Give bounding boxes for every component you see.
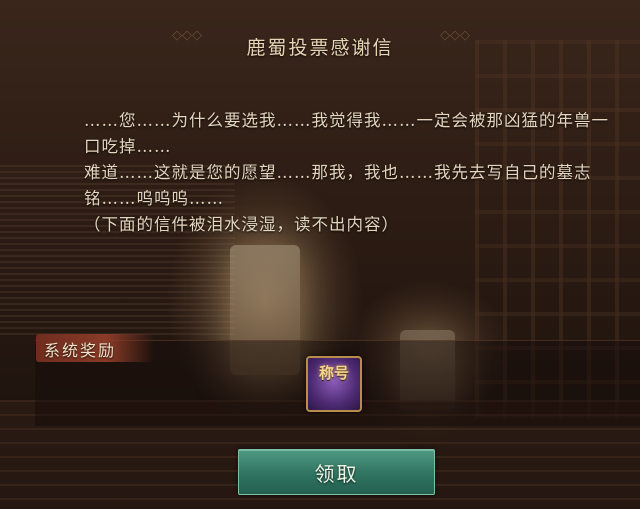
letter-paragraph: 难道……这就是您的愿望……那我，我也……我先去写自己的墓志铭……呜呜呜…… xyxy=(84,163,592,208)
reward-item-title-badge[interactable]: 称号 xyxy=(306,356,362,412)
title-badge-icon: 称号 xyxy=(318,364,349,382)
letter-body: ……您……为什么要选我……我觉得我……一定会被那凶猛的年兽一口吃掉…… 难道……… xyxy=(34,108,626,238)
reward-section-header: 系统奖励 xyxy=(36,334,154,362)
claim-button[interactable]: 领取 xyxy=(238,449,435,495)
letter-paragraph: （下面的信件被泪水浸湿，读不出内容） xyxy=(84,215,399,234)
reward-section-label: 系统奖励 xyxy=(44,341,117,360)
letter-title: 鹿蜀投票感谢信 xyxy=(246,37,394,59)
background-scene xyxy=(0,0,640,509)
letter-paragraph: ……您……为什么要选我……我觉得我……一定会被那凶猛的年兽一口吃掉…… xyxy=(84,111,609,156)
